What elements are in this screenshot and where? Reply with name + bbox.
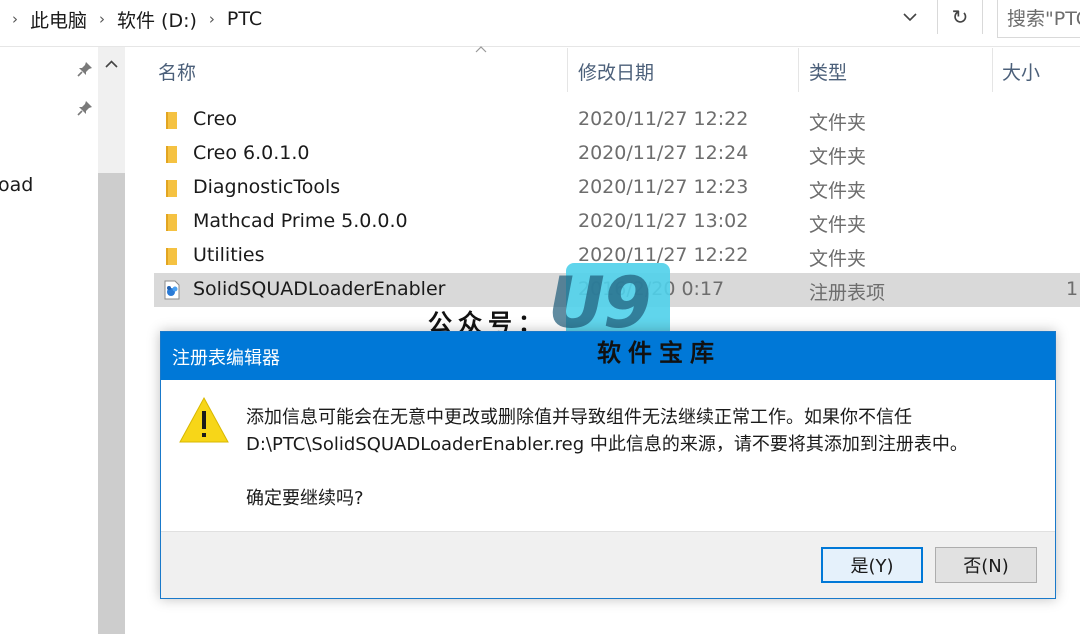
watermark-subtitle: 软件宝库 (597, 339, 721, 367)
navigation-pane: oad (0, 47, 126, 634)
warning-icon (179, 396, 229, 443)
yes-button[interactable]: 是(Y) (821, 547, 923, 583)
nav-item-download[interactable]: oad (0, 174, 33, 196)
file-name: DiagnosticTools (193, 176, 341, 198)
pin-icon[interactable] (76, 99, 94, 117)
breadcrumb-this-pc[interactable]: 此电脑 (30, 6, 87, 33)
chevron-up-icon (105, 60, 118, 68)
column-divider[interactable] (992, 48, 993, 92)
breadcrumb-separator-icon[interactable]: › (99, 10, 105, 28)
file-name: Creo (193, 108, 237, 130)
file-type: 文件夹 (809, 180, 867, 202)
column-divider[interactable] (567, 48, 568, 92)
registry-file-icon (164, 280, 180, 300)
file-name: Creo 6.0.1.0 (193, 142, 310, 164)
file-type: 文件夹 (809, 112, 867, 134)
file-name: Mathcad Prime 5.0.0.0 (193, 210, 408, 232)
file-date: 2020/11/27 12:22 (578, 108, 749, 130)
file-name: Utilities (193, 244, 265, 266)
no-button[interactable]: 否(N) (935, 547, 1037, 583)
file-date: 2020/11/27 13:02 (578, 210, 749, 232)
refresh-icon: ↻ (951, 5, 969, 29)
registry-editor-dialog: 注册表编辑器 添加信息可能会在无意中更改或删除值并导致组件无法继续正常工作。如果… (160, 331, 1056, 599)
file-explorer-window: › 此电脑 › 软件 (D:) › PTC ↻ 搜索"PTC" oad 名称 修… (0, 0, 1080, 634)
search-input[interactable]: 搜索"PTC" (997, 0, 1080, 38)
column-name[interactable]: 名称 (158, 58, 196, 85)
file-row[interactable]: Creo 6.0.1.0 2020/11/27 12:24 文件夹 (154, 137, 1080, 171)
refresh-button[interactable]: ↻ (937, 0, 983, 34)
folder-icon (166, 112, 177, 129)
file-name: SolidSQUADLoaderEnabler (193, 278, 446, 300)
column-size[interactable]: 大小 (1002, 58, 1040, 85)
file-row[interactable]: DiagnosticTools 2020/11/27 12:23 文件夹 (154, 171, 1080, 205)
file-type: 文件夹 (809, 248, 867, 270)
column-type[interactable]: 类型 (809, 58, 847, 85)
breadcrumb-ptc[interactable]: PTC (227, 8, 262, 30)
dialog-footer: 是(Y) 否(N) (161, 531, 1055, 598)
nav-scrollbar-thumb[interactable] (98, 173, 125, 634)
breadcrumb-separator-icon[interactable]: › (209, 10, 215, 28)
dialog-question: 确定要继续吗? (246, 488, 364, 509)
sort-ascending-icon (475, 46, 487, 53)
breadcrumb-drive-d[interactable]: 软件 (D:) (117, 6, 197, 33)
chevron-down-icon (903, 12, 917, 21)
dialog-message-line: D:\PTC\SolidSQUADLoaderEnabler.reg 中此信息的… (246, 434, 968, 455)
folder-icon (166, 248, 177, 265)
file-type: 注册表项 (809, 282, 886, 304)
dialog-message-line: 添加信息可能会在无意中更改或删除值并导致组件无法继续正常工作。如果你不信任 (246, 407, 912, 428)
file-row[interactable]: Creo 2020/11/27 12:22 文件夹 (154, 103, 1080, 137)
nav-scroll-up-button[interactable] (98, 51, 125, 77)
breadcrumb-separator-icon[interactable]: › (12, 10, 18, 28)
file-type: 文件夹 (809, 214, 867, 236)
folder-icon (166, 146, 177, 163)
file-size: 1 (1066, 278, 1079, 300)
breadcrumb: › 此电脑 › 软件 (D:) › PTC (0, 0, 262, 38)
dialog-message: 添加信息可能会在无意中更改或删除值并导致组件无法继续正常工作。如果你不信任 D:… (246, 404, 968, 458)
folder-icon (166, 214, 177, 231)
column-header: 名称 修改日期 类型 大小 (126, 46, 1080, 92)
column-date[interactable]: 修改日期 (578, 58, 654, 85)
divider (0, 46, 1080, 47)
address-history-dropdown[interactable] (893, 4, 927, 30)
file-date: 2020/11/27 12:24 (578, 142, 749, 164)
file-type: 文件夹 (809, 146, 867, 168)
file-row[interactable]: Mathcad Prime 5.0.0.0 2020/11/27 13:02 文… (154, 205, 1080, 239)
column-divider[interactable] (798, 48, 799, 92)
pin-icon[interactable] (76, 60, 94, 78)
folder-icon (166, 180, 177, 197)
file-date: 2020/11/27 12:23 (578, 176, 749, 198)
address-bar: › 此电脑 › 软件 (D:) › PTC ↻ 搜索"PTC" (0, 0, 1080, 47)
